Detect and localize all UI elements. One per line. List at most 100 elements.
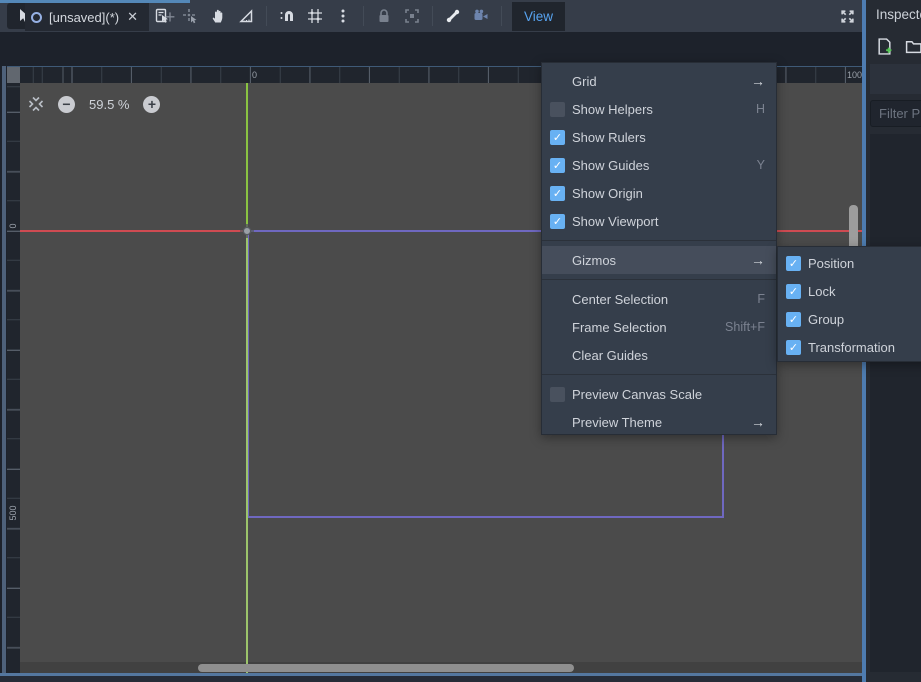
node-position-gizmo[interactable] <box>239 223 255 239</box>
menu-separator <box>542 369 776 380</box>
menu-item-label: Grid <box>572 74 597 89</box>
ruler-label: 1000 <box>847 67 862 83</box>
menu-item-show-guides[interactable]: Show Guides Y <box>542 151 776 179</box>
ruler-label: 500 <box>8 498 18 528</box>
menu-item-label: Show Rulers <box>572 130 646 145</box>
submenu-arrow-icon: → <box>751 252 765 268</box>
menu-item-label: Lock <box>808 284 835 299</box>
view-menu-button[interactable]: View <box>512 2 565 31</box>
menu-shortcut: F <box>757 292 765 306</box>
menu-item-label: Show Guides <box>572 158 649 173</box>
checkbox-checked-icon <box>786 284 801 299</box>
menu-item-label: Position <box>808 256 854 271</box>
pan-tool-button[interactable] <box>204 3 232 29</box>
checkbox-spacer <box>550 320 565 335</box>
smart-snap-button[interactable] <box>273 3 301 29</box>
menu-shortcut: Y <box>757 158 765 172</box>
distraction-free-mode-icon[interactable] <box>835 4 859 28</box>
center-view-icon[interactable] <box>28 96 44 112</box>
menu-item-gizmos[interactable]: Gizmos → <box>542 246 776 274</box>
checkbox-checked-icon <box>550 158 565 173</box>
menu-item-label: Preview Theme <box>572 415 662 430</box>
submenu-item-transformation[interactable]: Transformation <box>778 333 921 361</box>
menu-item-show-rulers[interactable]: Show Rulers <box>542 123 776 151</box>
toolbar-separator <box>501 6 502 26</box>
toolbar-separator <box>266 6 267 26</box>
menu-item-label: Center Selection <box>572 292 668 307</box>
checkbox-checked-icon <box>786 312 801 327</box>
menu-item-label: Clear Guides <box>572 348 648 363</box>
new-scene-tab-button[interactable]: + <box>159 6 181 28</box>
zoom-controls: − 59.5 % + <box>28 93 160 115</box>
menu-separator <box>542 274 776 285</box>
inspector-tab[interactable]: Inspector <box>876 7 921 22</box>
menu-item-preview-canvas-scale[interactable]: Preview Canvas Scale <box>542 380 776 408</box>
toolbar-separator <box>363 6 364 26</box>
y-axis-line <box>246 83 248 231</box>
snap-options-button[interactable] <box>329 3 357 29</box>
checkbox-checked-icon <box>550 214 565 229</box>
menu-item-label: Transformation <box>808 340 895 355</box>
menu-item-label: Show Origin <box>572 186 643 201</box>
menu-item-center-selection[interactable]: Center Selection F <box>542 285 776 313</box>
ruler-tool-button[interactable] <box>232 3 260 29</box>
ruler-label: 0 <box>8 211 18 241</box>
left-dock-splitter[interactable] <box>2 66 6 675</box>
submenu-item-group[interactable]: Group <box>778 305 921 333</box>
scene-tab-title: [unsaved](*) <box>49 10 119 25</box>
menu-item-label: Gizmos <box>572 253 616 268</box>
menu-item-label: Show Helpers <box>572 102 653 117</box>
menu-item-show-origin[interactable]: Show Origin <box>542 179 776 207</box>
checkbox-checked-icon <box>550 186 565 201</box>
menu-item-show-viewport[interactable]: Show Viewport <box>542 207 776 235</box>
inspector-body <box>870 134 921 672</box>
menu-item-preview-theme[interactable]: Preview Theme → <box>542 408 776 436</box>
bottom-panel-edge <box>0 676 921 682</box>
submenu-item-position[interactable]: Position <box>778 249 921 277</box>
horizontal-scrollbar-thumb[interactable] <box>198 664 574 672</box>
toolbar-separator <box>432 6 433 26</box>
submenu-item-lock[interactable]: Lock <box>778 277 921 305</box>
zoom-in-button[interactable]: + <box>143 96 160 113</box>
menu-shortcut: H <box>756 102 765 116</box>
checkbox-spacer <box>550 348 565 363</box>
ruler-label: 0 <box>252 67 257 83</box>
close-tab-icon[interactable]: ✕ <box>127 9 138 25</box>
lock-object-button[interactable] <box>370 3 398 29</box>
skeleton-options-button[interactable] <box>467 3 495 29</box>
filter-properties-input[interactable] <box>870 100 921 127</box>
scene-icon <box>31 12 42 23</box>
checkbox-checked-icon <box>550 130 565 145</box>
scene-tab-unsaved[interactable]: [unsaved](*) ✕ <box>25 3 149 31</box>
y-axis-line-below-origin <box>246 231 248 673</box>
checkbox-spacer <box>550 74 565 89</box>
gizmos-submenu-popup: Position Lock Group Transformation <box>777 246 921 362</box>
menu-item-clear-guides[interactable]: Clear Guides <box>542 341 776 369</box>
menu-item-label: Show Viewport <box>572 214 658 229</box>
group-object-button[interactable] <box>398 3 426 29</box>
inspector-resource-bar <box>870 64 921 94</box>
menu-separator <box>542 235 776 246</box>
inspector-toolbar <box>876 38 921 55</box>
zoom-percentage[interactable]: 59.5 % <box>89 97 129 112</box>
submenu-arrow-icon: → <box>751 414 765 430</box>
load-resource-folder-icon[interactable] <box>905 38 921 55</box>
checkbox-unchecked-icon <box>550 102 565 117</box>
vertical-ruler[interactable]: 0 500 <box>7 83 20 673</box>
make-bones-button[interactable] <box>439 3 467 29</box>
grid-snap-button[interactable] <box>301 3 329 29</box>
menu-item-label: Frame Selection <box>572 320 667 335</box>
view-menu-popup: Grid → Show Helpers H Show Rulers Show G… <box>541 62 777 435</box>
checkbox-spacer <box>550 415 565 430</box>
menu-item-grid[interactable]: Grid → <box>542 67 776 95</box>
ruler-corner <box>7 67 20 83</box>
checkbox-checked-icon <box>786 256 801 271</box>
menu-item-label: Group <box>808 312 844 327</box>
menu-item-frame-selection[interactable]: Frame Selection Shift+F <box>542 313 776 341</box>
checkbox-checked-icon <box>786 340 801 355</box>
new-resource-icon[interactable] <box>876 38 893 55</box>
zoom-out-button[interactable]: − <box>58 96 75 113</box>
submenu-arrow-icon: → <box>751 73 765 89</box>
checkbox-spacer <box>550 253 565 268</box>
menu-item-show-helpers[interactable]: Show Helpers H <box>542 95 776 123</box>
